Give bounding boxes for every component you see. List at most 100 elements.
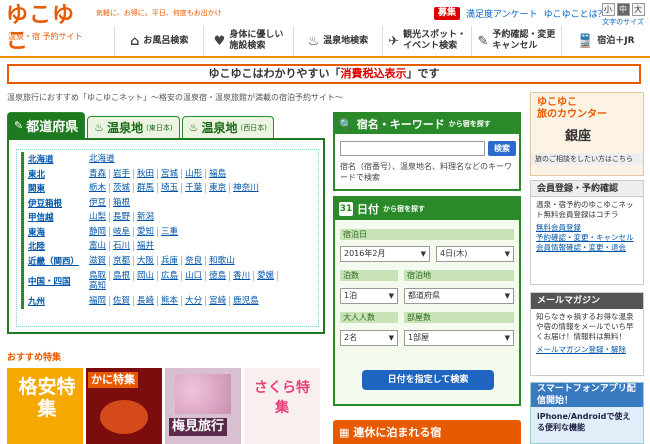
travel-counter-banner[interactable]: ゆこゆこ 旅のカウンター 銀座 旅のご相談をしたい方はこちら	[530, 92, 644, 176]
pref-link[interactable]: 富山	[86, 241, 111, 252]
region-link-kinki[interactable]: 近畿（関西）	[28, 255, 86, 267]
nav-onsen-search[interactable]: ♨ 温泉地検索	[292, 26, 382, 56]
nav-barrier-free-search[interactable]: ♥ 身体に優しい 施設検索	[203, 26, 292, 56]
region-link-kanto[interactable]: 関東	[28, 182, 86, 194]
search-icon: 🔍	[339, 117, 353, 131]
pref-link[interactable]: 埼玉	[158, 183, 183, 194]
pref-link[interactable]: 滋賀	[86, 255, 111, 266]
adults-select[interactable]: 2名 ▼	[340, 330, 398, 346]
pref-link[interactable]: 神奈川	[230, 183, 262, 193]
survey-link[interactable]: 満足度アンケート	[466, 7, 538, 20]
keyword-input[interactable]	[340, 141, 485, 156]
pref-link[interactable]: 福岡	[86, 296, 111, 307]
adults-label: 大人人数	[340, 312, 398, 323]
pref-link[interactable]: 栃木	[86, 183, 111, 194]
tab-onsen-west[interactable]: ♨ 温泉地 (西日本)	[181, 116, 274, 138]
region-row: 伊豆箱根 伊豆 箱根	[21, 195, 318, 210]
pref-link[interactable]: 青森	[86, 168, 111, 179]
pref-link[interactable]: 広島	[158, 271, 183, 281]
pref-link[interactable]: 鹿児島	[230, 296, 262, 306]
region-link-tohoku[interactable]: 東北	[28, 168, 86, 180]
region-link-izu-hakone[interactable]: 伊豆箱根	[28, 197, 86, 209]
region-link-hokuriku[interactable]: 北陸	[28, 240, 86, 252]
magazine-link[interactable]: メールマガジン登録・解除	[536, 345, 638, 355]
area-select[interactable]: 都道府県 ▼	[404, 288, 514, 304]
pref-link[interactable]: 北海道	[86, 154, 118, 164]
pref-link[interactable]: 和歌山	[206, 256, 238, 266]
pref-link[interactable]: 群馬	[134, 183, 159, 194]
tab-onsen-east[interactable]: ♨ 温泉地 (東日本)	[87, 116, 180, 138]
pref-link[interactable]: 新潟	[134, 212, 157, 222]
pref-link[interactable]: 京都	[110, 255, 135, 266]
account-link[interactable]: 会員情報確認・変更・退会	[536, 243, 638, 253]
pref-link[interactable]: 熊本	[158, 296, 183, 307]
nav-sightseeing-search[interactable]: ✈ 観光スポット・ イベント検索	[381, 26, 471, 56]
region-link-chugoku-shikoku[interactable]: 中国・四国	[28, 275, 86, 287]
pref-link[interactable]: 山梨	[86, 212, 111, 223]
logo[interactable]: ゆこゆこ 温泉・宿 予約サイト	[6, 3, 91, 54]
pref-link[interactable]: 東京	[206, 183, 231, 194]
pref-link[interactable]: 千葉	[182, 183, 207, 194]
pref-link[interactable]: 兵庫	[158, 255, 183, 266]
pref-link[interactable]: 徳島	[206, 271, 231, 281]
pref-link[interactable]: 静岡	[86, 226, 111, 237]
region-link-kyushu[interactable]: 九州	[28, 295, 86, 307]
pref-link[interactable]: 愛知	[134, 226, 159, 237]
pref-link[interactable]: 岡山	[134, 271, 159, 281]
rooms-select[interactable]: 1部屋 ▼	[404, 330, 514, 346]
about-link[interactable]: ゆこゆことは？	[544, 7, 607, 20]
holiday-section-header[interactable]: ▦ 連休に泊まれる宿	[333, 420, 521, 444]
keyword-hint: 宿名（宿番号）、温泉地名、料理名などのキーワードで検索	[340, 162, 512, 182]
date-search-button[interactable]: 日付を指定して検索	[362, 370, 494, 390]
reco-plum-banner[interactable]: 梅見旅行	[165, 368, 241, 444]
reco-crab-banner[interactable]: かに特集	[86, 368, 162, 444]
nav-stay-jr[interactable]: 🚆 宿泊＋JR	[560, 26, 650, 56]
pref-link[interactable]: 島根	[110, 271, 135, 281]
pref-link[interactable]: 香川	[230, 271, 255, 281]
pref-link[interactable]: 茨城	[110, 183, 135, 194]
region-link-tokai[interactable]: 東海	[28, 226, 86, 238]
pref-link[interactable]: 長崎	[134, 296, 159, 307]
region-link-koshinetsu[interactable]: 甲信越	[28, 211, 86, 223]
register-link[interactable]: 無料会員登録	[536, 223, 638, 233]
nights-select[interactable]: 1泊 ▼	[340, 288, 398, 304]
pref-link[interactable]: 箱根	[110, 198, 133, 208]
pref-link[interactable]: 鳥取	[86, 271, 111, 281]
font-size-small-button[interactable]: 小	[601, 3, 615, 16]
reservation-link[interactable]: 予約確認・変更・キャンセル	[536, 233, 638, 243]
reco-sakura-banner[interactable]: さくら特集	[244, 368, 320, 444]
pref-link[interactable]: 愛媛	[254, 271, 279, 281]
checkin-month-select[interactable]: 2016年2月 ▼	[340, 246, 430, 262]
member-desc: 温泉・宿予約のゆこゆこネット無料会員登録はコチラ	[536, 200, 634, 219]
pref-link[interactable]: 大阪	[134, 255, 159, 266]
tab-prefecture[interactable]: ✎ 都道府県	[7, 112, 86, 138]
pref-link[interactable]: 奈良	[182, 255, 207, 266]
pref-link[interactable]: 岩手	[110, 168, 135, 179]
font-size-medium-button[interactable]: 中	[616, 3, 630, 16]
nav-bath-search[interactable]: ⌂ お風呂検索	[114, 26, 203, 56]
pref-link[interactable]: 福井	[134, 241, 157, 251]
plum-image	[175, 374, 231, 414]
pref-link[interactable]: 福島	[206, 169, 229, 179]
checkin-day-select[interactable]: 4日(木) ▼	[436, 246, 514, 262]
nav-reservation-check[interactable]: ✎ 予約確認・変更 キャンセル	[471, 26, 560, 56]
pref-link[interactable]: 宮崎	[206, 296, 231, 307]
keyword-search-button[interactable]: 検索	[488, 141, 516, 156]
pref-link[interactable]: 秋田	[134, 168, 159, 179]
pref-link[interactable]: 宮城	[158, 168, 183, 179]
pref-link[interactable]: 石川	[110, 241, 135, 252]
pref-link[interactable]: 三重	[158, 227, 181, 237]
recruit-badge[interactable]: 募集	[434, 7, 461, 20]
pref-link[interactable]: 岐阜	[110, 226, 135, 237]
pref-link[interactable]: 高知	[86, 281, 109, 291]
pref-link[interactable]: 山口	[182, 271, 207, 281]
pref-link[interactable]: 大分	[182, 296, 207, 307]
pref-link[interactable]: 佐賀	[110, 296, 135, 307]
pref-link[interactable]: 伊豆	[86, 197, 111, 208]
smartphone-app-banner[interactable]: スマートフォンアプリ配信開始！ iPhone/Androidで使える便利な機能	[530, 382, 644, 444]
font-size-large-button[interactable]: 大	[631, 3, 645, 16]
region-link-hokkaido[interactable]: 北海道	[28, 153, 86, 165]
pref-link[interactable]: 長野	[110, 212, 135, 223]
pref-link[interactable]: 山形	[182, 168, 207, 179]
reco-budget-banner[interactable]: 格安特集	[7, 368, 83, 444]
